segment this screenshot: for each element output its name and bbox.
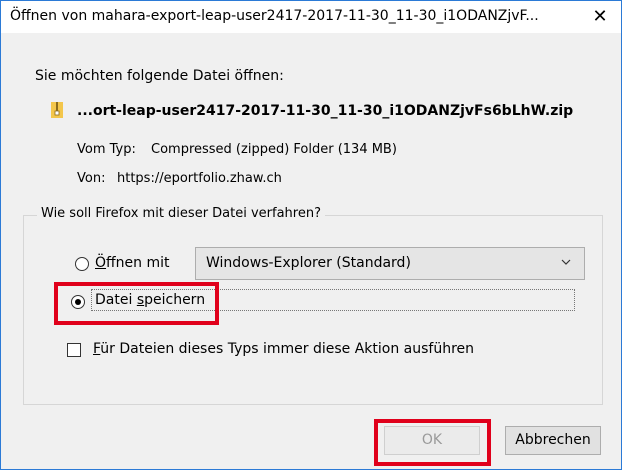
file-name: ...ort-leap-user2417-2017-11-30_11-30_i1…: [77, 103, 574, 119]
cancel-button[interactable]: Abbrechen: [505, 426, 601, 455]
open-file-dialog: Öffnen von mahara-export-leap-user2417-2…: [0, 0, 622, 470]
open-with-label[interactable]: Öffnen mit: [95, 255, 170, 271]
save-option-highlight: [54, 282, 219, 325]
file-source-label: Von:: [77, 171, 106, 186]
close-icon: ✕: [592, 6, 608, 27]
always-action-label[interactable]: Für Dateien dieses Typs immer diese Akti…: [93, 341, 474, 357]
window-title: Öffnen von mahara-export-leap-user2417-2…: [10, 8, 539, 24]
file-type-label: Vom Typ:: [77, 142, 136, 157]
title-bar: Öffnen von mahara-export-leap-user2417-2…: [1, 1, 621, 33]
file-source-value: https://eportfolio.zhaw.ch: [117, 171, 282, 186]
open-with-mnemonic: Ö: [95, 255, 107, 271]
always-action-checkbox[interactable]: [67, 343, 81, 357]
application-select[interactable]: Windows-Explorer (Standard): [195, 247, 585, 280]
zip-file-icon: [51, 102, 63, 118]
chevron-down-icon: [561, 259, 571, 265]
file-type-value: Compressed (zipped) Folder (134 MB): [151, 142, 397, 157]
always-action-label-text: ür Dateien dieses Typs immer diese Aktio…: [100, 341, 475, 357]
close-button[interactable]: ✕: [583, 4, 617, 30]
intro-text: Sie möchten folgende Datei öffnen:: [35, 68, 284, 84]
open-with-label-text: ffnen mit: [106, 255, 170, 271]
open-with-radio[interactable]: [75, 257, 89, 271]
application-select-value: Windows-Explorer (Standard): [206, 255, 411, 271]
ok-button-highlight: [374, 419, 491, 466]
action-group-legend: Wie soll Firefox mit dieser Datei verfah…: [37, 206, 325, 221]
